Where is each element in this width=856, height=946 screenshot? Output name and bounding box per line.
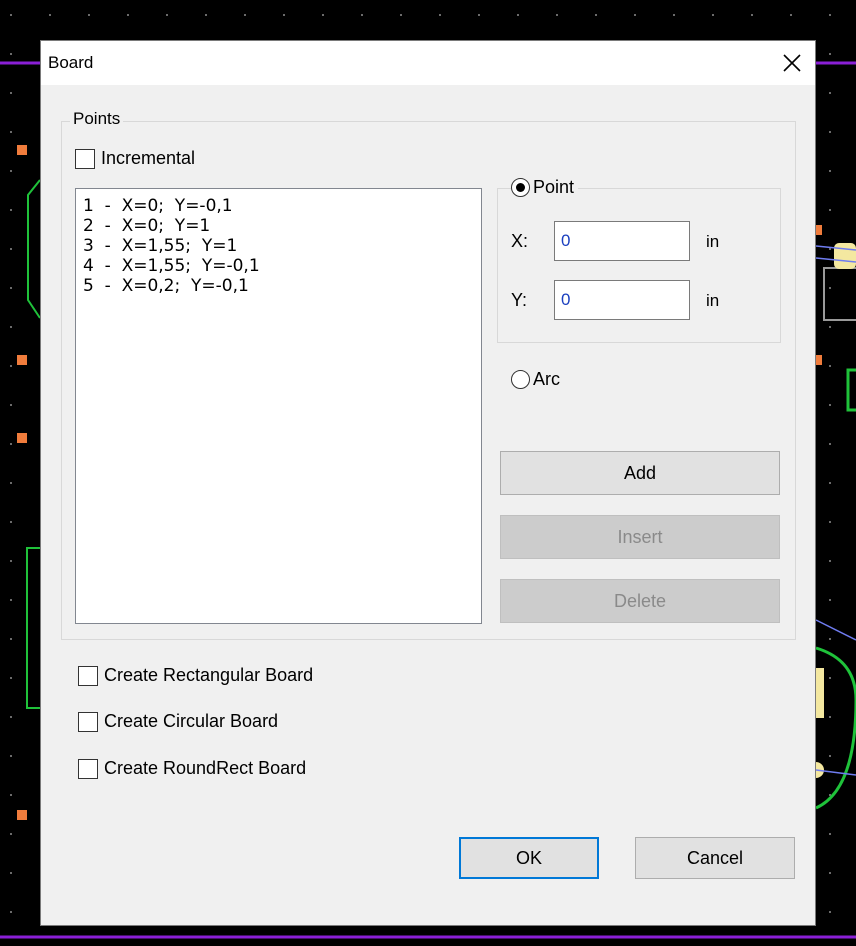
incremental-checkbox-box[interactable] [75,148,95,169]
pad [17,355,27,365]
pad [17,810,27,820]
trace-blue [815,619,856,641]
list-item[interactable]: 1 - X=0; Y=-0,1 [83,196,481,216]
create-rectangular-checkbox[interactable]: Create Rectangular Board [78,665,313,686]
list-item[interactable]: 4 - X=1,55; Y=-0,1 [83,256,481,276]
pad [816,225,822,235]
x-label: X: [511,231,529,251]
trace-left-1 [27,179,41,319]
points-listbox[interactable]: 1 - X=0; Y=-0,1 2 - X=0; Y=1 3 - X=1,55;… [75,188,482,624]
create-circular-label: Create Circular Board [104,711,279,731]
pad [17,433,27,443]
component-pad [834,243,856,269]
create-roundrect-checkbox-box[interactable] [78,758,98,779]
incremental-checkbox[interactable]: Incremental [75,148,195,169]
create-circular-checkbox[interactable]: Create Circular Board [78,711,278,732]
create-circular-checkbox-box[interactable] [78,711,98,732]
create-rectangular-label: Create Rectangular Board [104,665,314,685]
list-item[interactable]: 3 - X=1,55; Y=1 [83,236,481,256]
close-button[interactable] [769,41,815,85]
delete-button[interactable]: Delete [500,579,780,623]
list-item[interactable]: 5 - X=0,2; Y=-0,1 [83,276,481,296]
x-input[interactable] [554,221,690,261]
create-roundrect-checkbox[interactable]: Create RoundRect Board [78,758,306,779]
y-label: Y: [511,290,528,310]
arc-radio-button[interactable] [511,370,530,389]
create-rectangular-checkbox-box[interactable] [78,665,98,686]
point-radio-label: Point [533,177,575,197]
dialog-title: Board [48,53,94,72]
point-radio[interactable]: Point [511,177,579,198]
list-item[interactable]: 2 - X=0; Y=1 [83,216,481,236]
pad [816,355,822,365]
board-dialog: Board Points Incremental 1 - X=0; Y=-0,1… [40,40,816,926]
component-outline [823,267,856,321]
arc-radio[interactable]: Arc [511,369,560,390]
create-roundrect-label: Create RoundRect Board [104,758,307,778]
incremental-label: Incremental [101,148,196,168]
close-icon [783,54,801,72]
trace-right-green [846,368,856,412]
dialog-titlebar: Board [41,41,815,85]
point-radio-button[interactable] [511,178,530,197]
y-unit-label: in [706,291,720,310]
cancel-button[interactable]: Cancel [635,837,795,879]
x-unit-label: in [706,232,720,251]
component-pad [816,668,824,718]
arc-radio-label: Arc [533,369,560,389]
pad [17,145,27,155]
y-input[interactable] [554,280,690,320]
trace-left-2 [26,547,40,709]
insert-button[interactable]: Insert [500,515,780,559]
points-group-legend: Points [70,109,124,129]
add-button[interactable]: Add [500,451,780,495]
ok-button[interactable]: OK [459,837,599,879]
